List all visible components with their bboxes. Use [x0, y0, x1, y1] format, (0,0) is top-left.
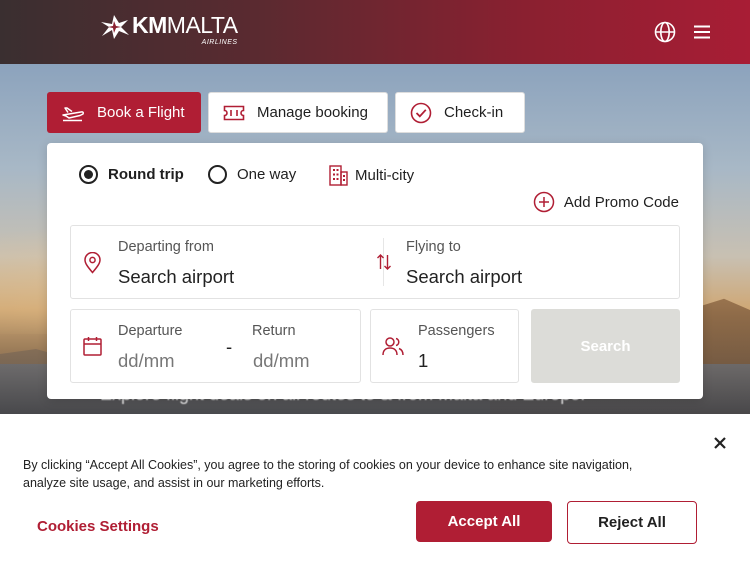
logo-airlines: AIRLINES: [201, 39, 238, 46]
trip-type-label: One way: [237, 166, 297, 183]
departing-from-input[interactable]: Search airport: [118, 266, 234, 288]
trip-type-label: Round trip: [108, 166, 184, 183]
departing-from-label: Departing from: [118, 239, 214, 255]
date-separator: -: [226, 336, 233, 357]
location-pin-icon: [84, 252, 101, 274]
tab-label: Book a Flight: [97, 104, 185, 121]
tab-manage-booking[interactable]: Manage booking: [208, 92, 388, 133]
return-label: Return: [252, 323, 296, 339]
logo-malta: MALTA: [166, 12, 238, 38]
flying-to-field[interactable]: Flying to Search airport: [399, 226, 669, 298]
date-field-group[interactable]: Departure dd/mm - Return dd/mm: [70, 309, 361, 383]
tab-book-a-flight[interactable]: Book a Flight: [47, 92, 201, 133]
radio-selected[interactable]: [79, 165, 98, 184]
swap-icon[interactable]: [376, 253, 392, 271]
add-promo-code-button[interactable]: Add Promo Code: [533, 191, 679, 213]
ticket-icon: [223, 105, 245, 120]
globe-icon[interactable]: [653, 20, 677, 44]
passengers-label: Passengers: [418, 323, 495, 339]
trip-type-one-way[interactable]: One way: [208, 165, 296, 184]
tab-label: Manage booking: [257, 104, 368, 121]
departure-label: Departure: [118, 323, 183, 339]
passengers-value[interactable]: 1: [418, 350, 428, 372]
booking-panel: Round trip One way Multi-city Add Promo …: [47, 143, 703, 399]
calendar-icon: [83, 337, 102, 356]
departure-date-input[interactable]: dd/mm: [118, 350, 175, 372]
trip-type-label: Multi-city: [355, 167, 415, 184]
radio-unselected[interactable]: [208, 165, 227, 184]
departing-from-field[interactable]: Departing from Search airport: [111, 226, 381, 298]
route-field-group: Departing from Search airport Flying to …: [70, 225, 680, 299]
trip-type-multi-city[interactable]: Multi-city: [329, 165, 414, 186]
return-date-input[interactable]: dd/mm: [253, 350, 310, 372]
flying-to-label: Flying to: [406, 239, 461, 255]
passengers-icon: [382, 337, 404, 356]
reject-all-button[interactable]: Reject All: [567, 501, 697, 544]
accept-all-button[interactable]: Accept All: [416, 501, 552, 542]
building-icon: [329, 165, 348, 186]
cookie-consent-text: By clicking “Accept All Cookies”, you ag…: [23, 458, 633, 490]
plus-circle-icon: [533, 191, 555, 213]
trip-type-round-trip[interactable]: Round trip: [79, 165, 184, 184]
logo-km: KM: [132, 12, 167, 38]
tab-check-in[interactable]: Check-in: [395, 92, 525, 133]
site-header: KMMALTA AIRLINES: [0, 0, 750, 64]
menu-icon[interactable]: [690, 20, 714, 44]
km-malta-logo[interactable]: KMMALTA AIRLINES: [100, 14, 238, 50]
check-circle-icon: [410, 102, 432, 123]
promo-label: Add Promo Code: [563, 193, 679, 211]
logo-cross-icon: [101, 15, 129, 39]
close-icon[interactable]: [712, 435, 728, 451]
cookies-settings-button[interactable]: Cookies Settings: [37, 518, 159, 535]
passengers-field[interactable]: Passengers 1: [370, 309, 519, 383]
tab-label: Check-in: [444, 104, 504, 121]
flying-to-input[interactable]: Search airport: [406, 266, 522, 288]
search-button[interactable]: Search: [531, 309, 680, 383]
plane-icon: [62, 106, 84, 121]
cookie-banner: By clicking “Accept All Cookies”, you ag…: [0, 414, 750, 563]
